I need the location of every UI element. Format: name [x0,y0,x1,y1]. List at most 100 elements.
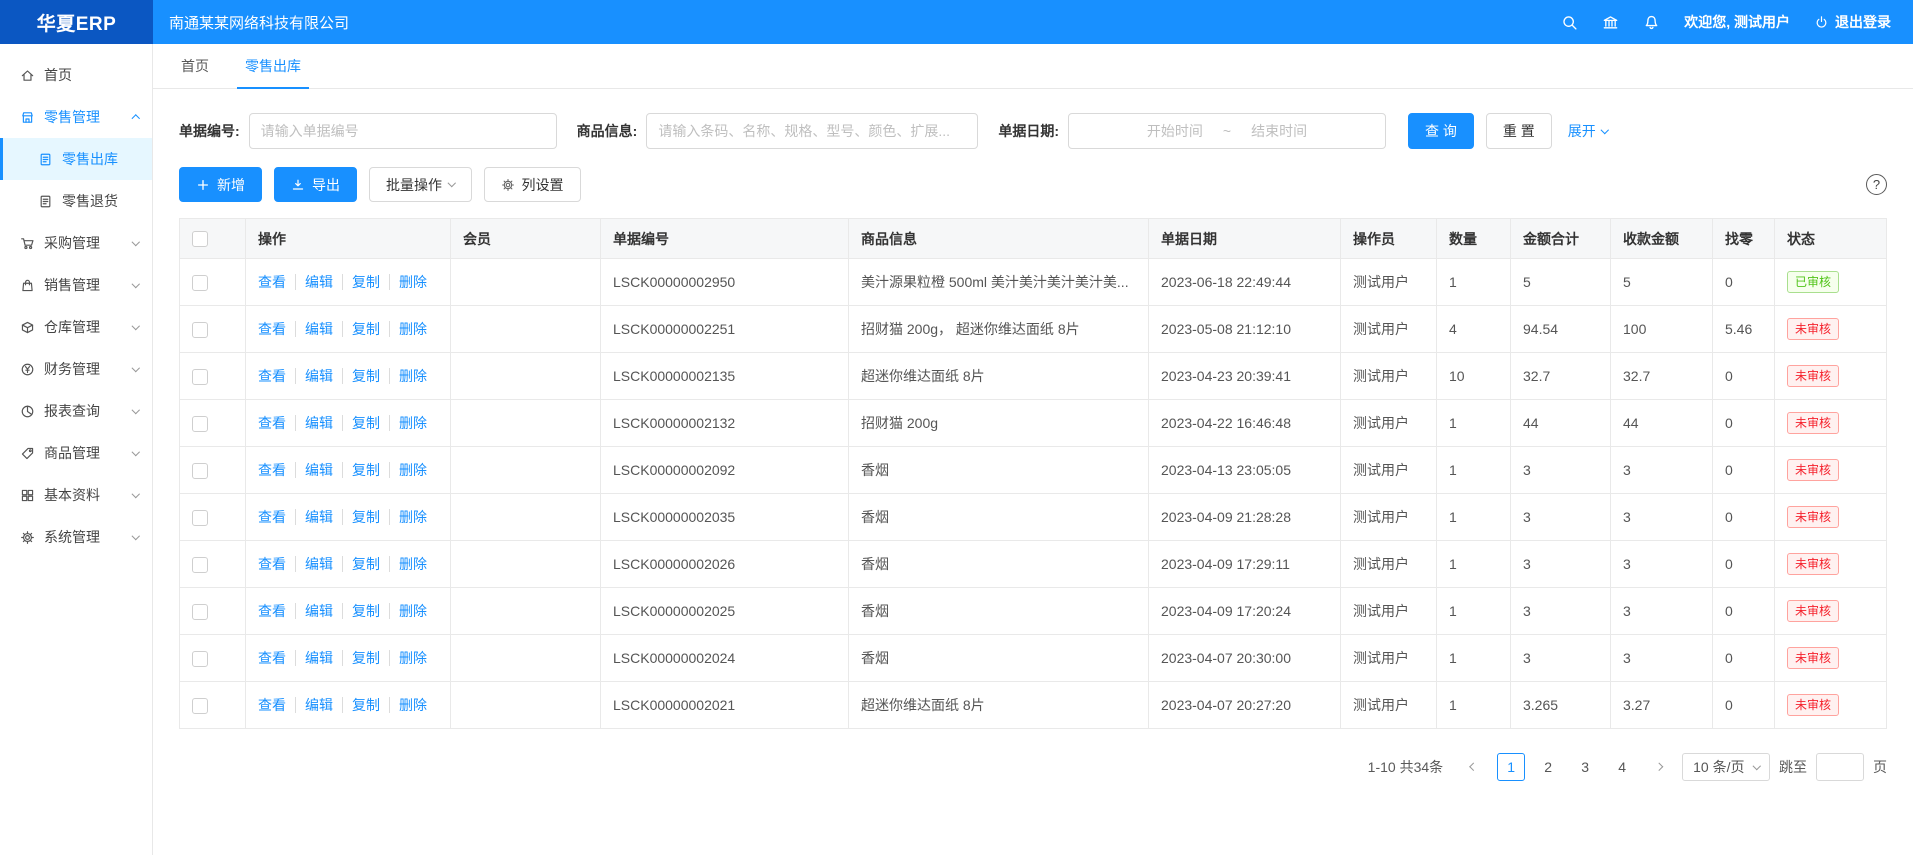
view-link[interactable]: 查看 [258,509,286,525]
bell-icon[interactable] [1643,14,1660,31]
search-button[interactable]: 查 询 [1408,113,1474,149]
row-checkbox[interactable] [192,557,208,573]
view-link[interactable]: 查看 [258,556,286,572]
col-header-status: 状态 [1775,219,1887,259]
page-size-select[interactable]: 10 条/页 [1682,753,1770,781]
row-checkbox[interactable] [192,698,208,714]
date-separator: ~ [1223,123,1231,139]
copy-link[interactable]: 复制 [342,697,380,713]
edit-link[interactable]: 编辑 [295,368,333,384]
row-checkbox[interactable] [192,604,208,620]
received-cell: 3.27 [1611,682,1713,729]
delete-link[interactable]: 删除 [389,697,427,713]
sidebar-item-sales-management[interactable]: 销售管理 [0,264,152,306]
reset-button[interactable]: 重 置 [1486,113,1552,149]
row-checkbox[interactable] [192,651,208,667]
operator-cell: 测试用户 [1341,494,1437,541]
date-range-picker[interactable]: 开始时间 ~ 结束时间 [1068,113,1386,149]
copy-link[interactable]: 复制 [342,509,380,525]
logout-button[interactable]: 退出登录 [1814,12,1891,32]
copy-link[interactable]: 复制 [342,321,380,337]
delete-link[interactable]: 删除 [389,368,427,384]
tab-retail-outbound[interactable]: 零售出库 [245,44,301,88]
page-button[interactable]: 1 [1497,753,1525,781]
delete-link[interactable]: 删除 [389,321,427,337]
page-button[interactable]: 3 [1571,753,1599,781]
prev-page-button[interactable] [1460,753,1488,781]
sidebar-item-basic-data[interactable]: 基本资料 [0,474,152,516]
row-checkbox[interactable] [192,322,208,338]
copy-link[interactable]: 复制 [342,462,380,478]
copy-link[interactable]: 复制 [342,603,380,619]
delete-link[interactable]: 删除 [389,462,427,478]
copy-link[interactable]: 复制 [342,415,380,431]
view-link[interactable]: 查看 [258,415,286,431]
bill-no-input[interactable] [249,113,557,149]
edit-link[interactable]: 编辑 [295,321,333,337]
row-checkbox[interactable] [192,275,208,291]
delete-link[interactable]: 删除 [389,509,427,525]
edit-link[interactable]: 编辑 [295,603,333,619]
view-link[interactable]: 查看 [258,697,286,713]
sidebar-item-finance-management[interactable]: 财务管理 [0,348,152,390]
help-icon[interactable]: ? [1866,174,1887,195]
view-link[interactable]: 查看 [258,368,286,384]
view-link[interactable]: 查看 [258,321,286,337]
page-button[interactable]: 2 [1534,753,1562,781]
member-cell [451,259,601,306]
copy-link[interactable]: 复制 [342,368,380,384]
sidebar-item-warehouse-management[interactable]: 仓库管理 [0,306,152,348]
sidebar-item-purchase-management[interactable]: 采购管理 [0,222,152,264]
date-start-placeholder: 开始时间 [1147,121,1203,141]
page-button[interactable]: 4 [1608,753,1636,781]
product-info-input[interactable] [646,113,978,149]
total-cell: 3 [1511,541,1611,588]
copy-link[interactable]: 复制 [342,556,380,572]
app-logo[interactable]: 华夏ERP [0,0,153,44]
tab-home[interactable]: 首页 [181,44,209,88]
batch-actions-button[interactable]: 批量操作 [369,167,472,202]
sidebar-item-report-query[interactable]: 报表查询 [0,390,152,432]
delete-link[interactable]: 删除 [389,274,427,290]
row-checkbox[interactable] [192,416,208,432]
view-link[interactable]: 查看 [258,603,286,619]
view-link[interactable]: 查看 [258,650,286,666]
delete-link[interactable]: 删除 [389,556,427,572]
row-checkbox[interactable] [192,369,208,385]
copy-link[interactable]: 复制 [342,650,380,666]
sidebar-item-retail-return[interactable]: 零售退货 [0,180,152,222]
search-icon[interactable] [1561,14,1578,31]
column-settings-button[interactable]: 列设置 [484,167,581,202]
edit-link[interactable]: 编辑 [295,509,333,525]
delete-link[interactable]: 删除 [389,603,427,619]
sidebar-item-home[interactable]: 首页 [0,54,152,96]
sidebar-item-retail-outbound[interactable]: 零售出库 [0,138,152,180]
copy-link[interactable]: 复制 [342,274,380,290]
received-cell: 3 [1611,541,1713,588]
chevron-down-icon [448,179,456,187]
row-checkbox[interactable] [192,510,208,526]
expand-link[interactable]: 展开 [1568,121,1608,141]
qty-cell: 1 [1437,682,1511,729]
edit-link[interactable]: 编辑 [295,415,333,431]
edit-link[interactable]: 编辑 [295,650,333,666]
sidebar-item-system-management[interactable]: 系统管理 [0,516,152,558]
table-row: 查看编辑复制删除 LSCK00000002024 香烟 2023-04-07 2… [180,635,1887,682]
delete-link[interactable]: 删除 [389,650,427,666]
edit-link[interactable]: 编辑 [295,462,333,478]
edit-link[interactable]: 编辑 [295,274,333,290]
next-page-button[interactable] [1645,753,1673,781]
edit-link[interactable]: 编辑 [295,556,333,572]
jump-page-input[interactable] [1816,753,1864,781]
view-link[interactable]: 查看 [258,462,286,478]
select-all-checkbox[interactable] [192,231,208,247]
row-checkbox[interactable] [192,463,208,479]
sidebar-item-retail-management[interactable]: 零售管理 [0,96,152,138]
add-button[interactable]: 新增 [179,167,262,202]
edit-link[interactable]: 编辑 [295,697,333,713]
export-button[interactable]: 导出 [274,167,357,202]
sidebar-item-product-management[interactable]: 商品管理 [0,432,152,474]
view-link[interactable]: 查看 [258,274,286,290]
bank-icon[interactable] [1602,14,1619,31]
delete-link[interactable]: 删除 [389,415,427,431]
